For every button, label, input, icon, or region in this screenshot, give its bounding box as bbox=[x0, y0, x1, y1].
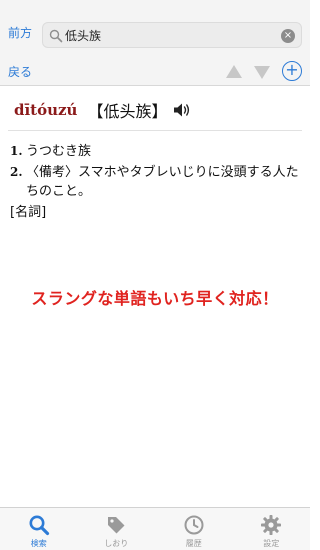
definition-number: 1. bbox=[10, 144, 23, 158]
tab-bar: 検索 しおり 履歴 設定 bbox=[0, 507, 310, 550]
definition-number: 2. bbox=[10, 165, 23, 179]
next-entry-icon[interactable] bbox=[254, 66, 270, 79]
definition-item: 2. 〈備考〉スマホやタブレいじりに没頭する人たちのこと。 bbox=[10, 163, 302, 201]
tab-label: 設定 bbox=[263, 539, 280, 548]
search-icon bbox=[29, 515, 49, 536]
tag-icon bbox=[108, 517, 125, 534]
definition-list: 1. うつむき族 2. 〈備考〉スマホやタブレいじりに没頭する人たちのこと。 [… bbox=[10, 142, 302, 222]
definition-text: 〈備考〉スマホやタブレいじりに没頭する人たちのこと。 bbox=[26, 165, 299, 199]
tab-label: しおり bbox=[104, 539, 129, 548]
clock-icon bbox=[184, 515, 204, 535]
definition-text: うつむき族 bbox=[26, 144, 92, 159]
search-input[interactable]: 低头族 × bbox=[42, 22, 302, 48]
tab-search[interactable]: 検索 bbox=[0, 508, 78, 550]
part-of-speech: [名詞] bbox=[10, 205, 47, 220]
clear-icon[interactable]: × bbox=[281, 29, 295, 43]
nav-bar: 戻る + bbox=[0, 58, 310, 86]
back-button[interactable]: 戻る bbox=[8, 64, 32, 80]
promo-caption: スラングな単語もいち早く対応！ bbox=[31, 289, 279, 308]
tab-settings[interactable]: 設定 bbox=[233, 508, 311, 550]
gear-icon bbox=[261, 515, 282, 535]
tab-label: 履歴 bbox=[185, 539, 202, 548]
pinyin: dītóuzú bbox=[14, 101, 78, 119]
search-mode-button[interactable]: 前方 bbox=[8, 25, 32, 41]
previous-entry-icon[interactable] bbox=[226, 65, 242, 78]
tab-history[interactable]: 履歴 bbox=[155, 508, 233, 550]
definition-item: 1. うつむき族 bbox=[10, 142, 302, 161]
speaker-icon[interactable] bbox=[173, 102, 191, 118]
tab-bookmarks[interactable]: しおり bbox=[78, 508, 156, 550]
search-icon bbox=[49, 29, 63, 43]
entry-header: dītóuzú 【低头族】 bbox=[14, 96, 191, 124]
headword: 【低头族】 bbox=[87, 102, 168, 121]
divider bbox=[8, 130, 302, 131]
tab-label: 検索 bbox=[30, 539, 47, 548]
search-query: 低头族 bbox=[65, 29, 102, 43]
search-bar: 前方 低头族 × bbox=[0, 0, 310, 58]
add-bookmark-icon[interactable]: + bbox=[282, 61, 302, 81]
